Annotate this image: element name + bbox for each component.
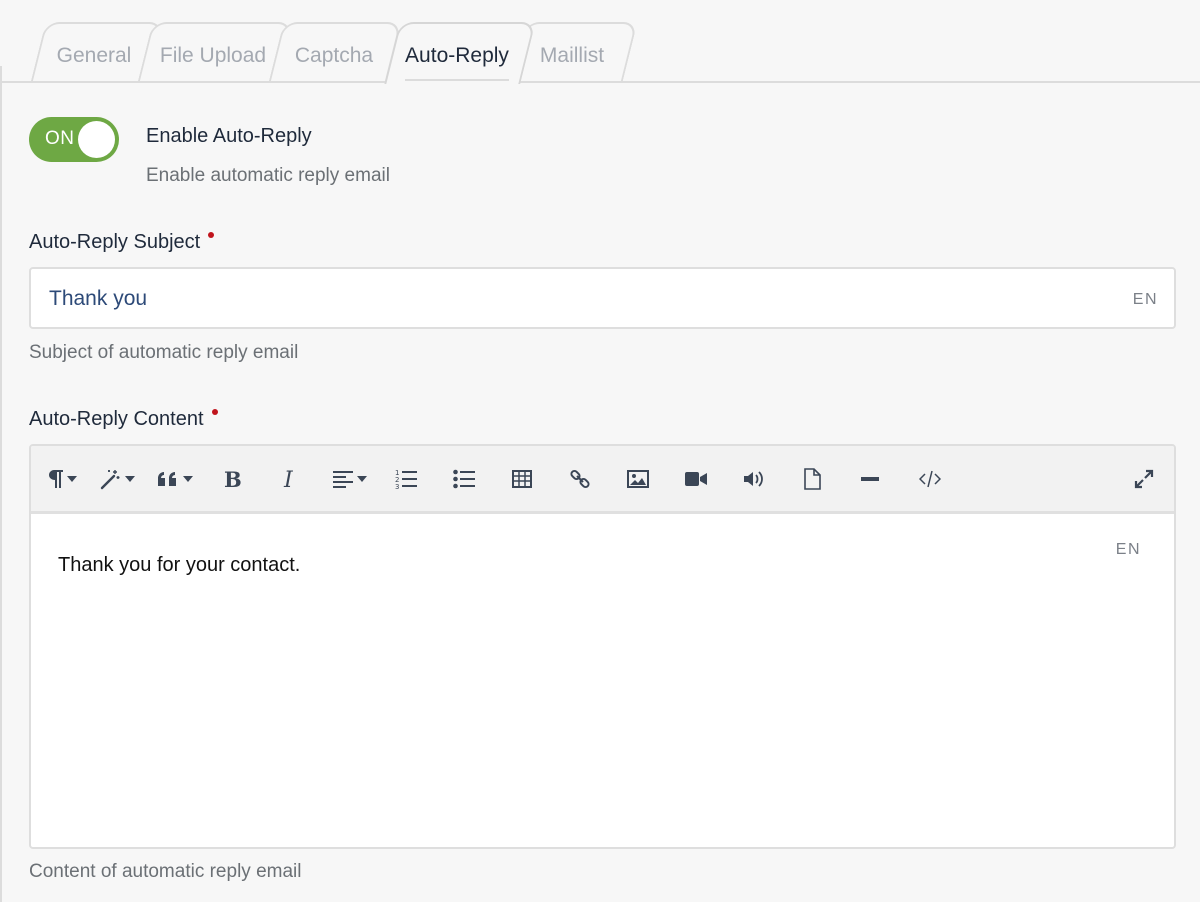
link-icon[interactable] (565, 462, 595, 496)
fullscreen-icon[interactable] (1129, 462, 1159, 496)
content-language-tag[interactable]: EN (1116, 541, 1141, 559)
content-label-text: Auto-Reply Content (29, 408, 204, 430)
tabs-divider (0, 81, 1200, 83)
editor-content-text: Thank you for your contact. (58, 554, 301, 576)
bold-icon[interactable]: B (217, 462, 247, 496)
rich-text-editor: B I 123 EN Thank you for your contact. (29, 444, 1176, 849)
horizontal-rule-icon[interactable] (855, 462, 885, 496)
enable-auto-reply-toggle[interactable]: ON (29, 117, 119, 162)
table-icon[interactable] (507, 462, 537, 496)
image-icon[interactable] (623, 462, 653, 496)
toggle-state-label: ON (45, 128, 75, 149)
tab-general[interactable]: General (44, 40, 144, 72)
subject-input[interactable]: Thank you EN (29, 267, 1176, 329)
video-icon[interactable] (681, 462, 711, 496)
toggle-knob (78, 121, 115, 158)
svg-text:B: B (224, 468, 241, 490)
editor-content-area[interactable]: EN Thank you for your contact. (31, 514, 1174, 847)
subject-language-tag[interactable]: EN (1133, 291, 1158, 309)
italic-icon[interactable]: I (275, 462, 305, 496)
svg-text:I: I (283, 468, 294, 490)
tab-file-upload[interactable]: File Upload (154, 40, 272, 72)
enable-auto-reply-label: Enable Auto-Reply (146, 125, 312, 147)
subject-label-text: Auto-Reply Subject (29, 231, 201, 253)
paragraph-icon[interactable] (45, 462, 81, 496)
subject-help-text: Subject of automatic reply email (29, 342, 299, 363)
active-tab-underline (405, 79, 509, 81)
quote-icon[interactable] (155, 462, 195, 496)
enable-auto-reply-description: Enable automatic reply email (146, 165, 390, 186)
tab-captcha[interactable]: Captcha (284, 40, 384, 72)
tab-auto-reply[interactable]: Auto-Reply (400, 40, 514, 72)
required-indicator (208, 232, 215, 238)
tab-bar: General File Upload Captcha Auto-Reply M… (0, 0, 1200, 84)
unordered-list-icon[interactable] (449, 462, 479, 496)
file-icon[interactable] (797, 462, 827, 496)
editor-toolbar: B I 123 (31, 446, 1174, 514)
align-icon[interactable] (329, 462, 371, 496)
content-field-label: Auto-Reply Content (29, 408, 218, 431)
content-help-text: Content of automatic reply email (29, 861, 302, 882)
subject-input-value: Thank you (49, 287, 148, 310)
panel-left-border (0, 66, 2, 902)
audio-icon[interactable] (739, 462, 769, 496)
code-view-icon[interactable] (913, 462, 947, 496)
required-indicator (211, 409, 218, 415)
subject-field-label: Auto-Reply Subject (29, 231, 215, 254)
tab-maillist[interactable]: Maillist (528, 40, 616, 72)
magic-wand-icon[interactable] (97, 462, 137, 496)
svg-text:3: 3 (395, 483, 399, 490)
ordered-list-icon[interactable]: 123 (391, 462, 421, 496)
